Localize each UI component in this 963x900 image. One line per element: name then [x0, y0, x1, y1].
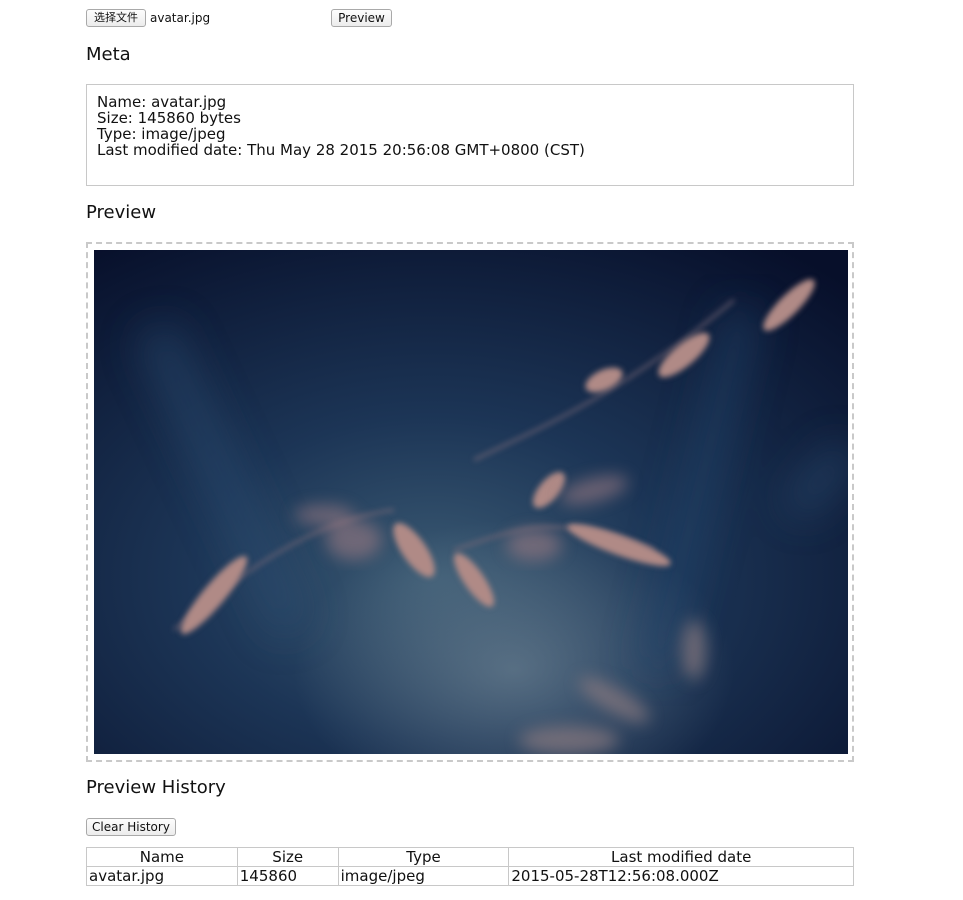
column-header-type: Type: [337, 847, 510, 867]
column-header-name: Name: [86, 847, 238, 867]
column-header-size: Size: [236, 847, 339, 867]
preview-dropzone: [86, 242, 854, 762]
preview-button[interactable]: Preview: [331, 9, 392, 27]
meta-panel: Name: avatar.jpg Size: 145860 bytes Type…: [86, 84, 854, 186]
meta-date-line: Last modified date: Thu May 28 2015 20:5…: [97, 141, 585, 159]
file-input-row: 选择文件 avatar.jpg Preview: [86, 9, 406, 27]
meta-size-line: Size: 145860 bytes: [97, 109, 241, 127]
cell-date: 2015-05-28T12:56:08.000Z: [508, 866, 854, 886]
meta-heading: Meta: [86, 44, 131, 65]
history-table: Name Size Type Last modified date avatar…: [86, 847, 854, 886]
cell-type: image/jpeg: [337, 866, 510, 886]
meta-name-line: Name: avatar.jpg: [97, 93, 227, 111]
preview-image: [94, 250, 848, 754]
selected-file-name: avatar.jpg: [150, 11, 211, 25]
preview-heading: Preview: [86, 202, 157, 223]
cell-size: 145860: [236, 866, 339, 886]
meta-type-line: Type: image/jpeg: [97, 125, 226, 143]
clear-history-button[interactable]: Clear History: [86, 818, 176, 836]
cell-name: avatar.jpg: [86, 866, 238, 886]
history-heading: Preview History: [86, 777, 226, 798]
column-header-date: Last modified date: [508, 847, 854, 867]
choose-file-button[interactable]: 选择文件: [86, 9, 146, 27]
table-row: avatar.jpg 145860 image/jpeg 2015-05-28T…: [86, 866, 854, 886]
photo-grass-image: [94, 250, 848, 754]
history-header-row: Name Size Type Last modified date: [86, 847, 854, 867]
